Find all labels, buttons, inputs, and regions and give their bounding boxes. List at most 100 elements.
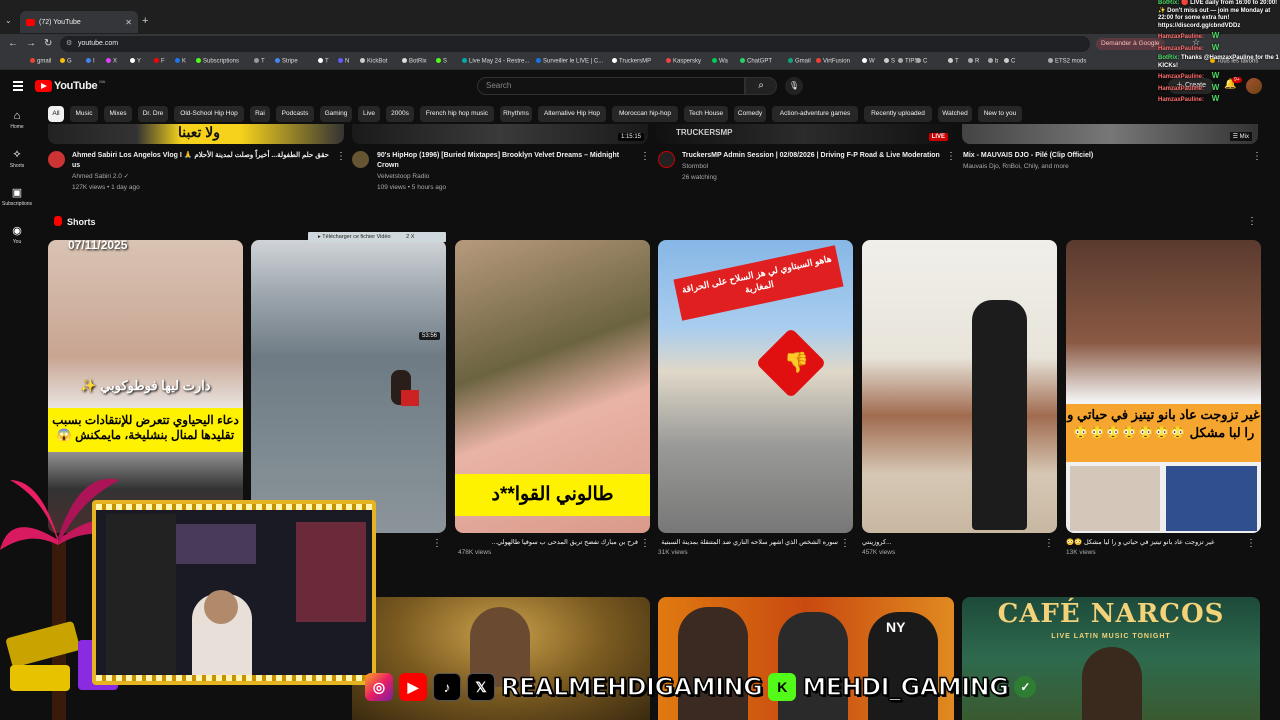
channel-avatar[interactable] bbox=[48, 151, 65, 168]
back-icon[interactable]: ← bbox=[8, 38, 18, 49]
chip-mixes[interactable]: Mixes bbox=[104, 106, 132, 122]
chip-dr-dre[interactable]: Dr. Dre bbox=[138, 106, 168, 122]
tab-list-icon[interactable]: ⌄ bbox=[5, 16, 12, 25]
more-options-icon[interactable]: ⋮ bbox=[640, 538, 650, 549]
chip-all[interactable]: All bbox=[48, 106, 64, 122]
sidebar-item-subscriptions[interactable]: ▣ Subscriptions bbox=[0, 186, 34, 207]
video-thumbnail[interactable]: TRUCKERSMP LIVE bbox=[656, 124, 952, 144]
sidebar-item-shorts[interactable]: ⟡ Shorts bbox=[0, 148, 34, 169]
bookmark-item[interactable]: TruckersMP bbox=[612, 58, 651, 65]
download-video-button[interactable]: ▸ Télécharger ce fichier Vidéo 2 X bbox=[308, 232, 446, 242]
video-title[interactable]: Mix - MAUVAIS DJO - Pilé (Clip Officiel) bbox=[963, 151, 1243, 161]
menu-icon[interactable] bbox=[13, 81, 23, 93]
bookmark-item[interactable]: ETS2 mods bbox=[1048, 58, 1086, 65]
more-options-icon[interactable]: ⋮ bbox=[946, 151, 956, 162]
address-bar[interactable]: ⚙ youtube.com bbox=[60, 36, 1090, 52]
chip-watched[interactable]: Watched bbox=[938, 106, 972, 122]
bookmark-item[interactable]: ChatGPT bbox=[740, 58, 772, 65]
bookmark-item[interactable]: T bbox=[254, 58, 265, 65]
chip-2000s[interactable]: 2000s bbox=[386, 106, 414, 122]
bookmark-item[interactable]: T bbox=[948, 58, 959, 65]
more-options-icon[interactable]: ⋮ bbox=[840, 538, 850, 549]
bookmark-item[interactable]: VirtFusion bbox=[816, 58, 850, 65]
bookmark-item[interactable]: I bbox=[86, 58, 95, 65]
bookmark-item[interactable]: T bbox=[318, 58, 329, 65]
more-options-icon[interactable]: ⋮ bbox=[1044, 538, 1054, 549]
bookmark-item[interactable]: Subscriptions bbox=[196, 58, 239, 65]
bookmark-item[interactable]: C bbox=[916, 58, 927, 65]
channel-avatar[interactable] bbox=[352, 151, 369, 168]
channel-name[interactable]: Stormbol bbox=[682, 161, 940, 172]
bookmark-item[interactable]: N bbox=[338, 58, 349, 65]
bookmark-item[interactable]: Stripe bbox=[275, 58, 298, 65]
youtube-logo[interactable]: YouTube MA bbox=[35, 79, 105, 92]
chip-music[interactable]: Music bbox=[70, 106, 98, 122]
forward-icon[interactable]: → bbox=[26, 38, 36, 49]
bookmark-item[interactable]: Gmail bbox=[788, 58, 811, 65]
chip-french-hip-hop-music[interactable]: French hip hop music bbox=[420, 106, 494, 122]
bookmark-item[interactable]: K bbox=[175, 58, 186, 65]
tab-youtube[interactable]: (72) YouTube ✕ bbox=[20, 11, 138, 33]
bookmark-item[interactable]: S bbox=[884, 58, 895, 65]
more-options-icon[interactable]: ⋮ bbox=[336, 151, 346, 162]
bookmark-item[interactable]: Kaspersky bbox=[666, 58, 701, 65]
bookmark-item[interactable]: KickBot bbox=[360, 58, 387, 65]
bookmark-item[interactable]: gmail bbox=[30, 58, 51, 65]
chip-gaming[interactable]: Gaming bbox=[320, 106, 352, 122]
reload-icon[interactable]: ↻ bbox=[44, 38, 52, 49]
bookmark-item[interactable]: R bbox=[968, 58, 979, 65]
bookmark-item[interactable]: F bbox=[154, 58, 165, 65]
chip-new-to-you[interactable]: New to you bbox=[978, 106, 1022, 122]
ask-google-button[interactable]: Demander à Google bbox=[1096, 38, 1165, 50]
channel-name[interactable]: Ahmed Sabiri 2.0 ✓ bbox=[72, 171, 332, 182]
bookmark-item[interactable]: Y bbox=[130, 58, 141, 65]
close-tab-icon[interactable]: ✕ bbox=[125, 18, 132, 27]
video-title[interactable]: TruckersMP Admin Session | 02/08/2026 | … bbox=[682, 151, 940, 161]
short-thumbnail[interactable]: طالوني القوا**د bbox=[455, 240, 650, 533]
bookmark-item[interactable]: Wa bbox=[712, 58, 728, 65]
chip-rai[interactable]: Rai bbox=[250, 106, 270, 122]
search-button[interactable]: ⌕ bbox=[745, 77, 777, 95]
channel-name[interactable]: Mauvais Djo, RnBoi, Chily, and more bbox=[963, 161, 1243, 172]
short-thumbnail[interactable]: هاهو السبتاوي لي هز السلاح على الحراقة ا… bbox=[658, 240, 853, 533]
bookmark-item[interactable]: b bbox=[988, 58, 998, 65]
short-title[interactable]: سوره الشخص الذي اشهر سلاحه الناري ضد الم… bbox=[658, 538, 838, 548]
sidebar-item-you[interactable]: ◉ You bbox=[0, 224, 34, 245]
bookmark-item[interactable]: W bbox=[862, 58, 875, 65]
bookmark-item[interactable]: Surveiller le LIVE | C... bbox=[536, 58, 603, 65]
chip-live[interactable]: Live bbox=[358, 106, 380, 122]
short-thumbnail[interactable]: غير تزوجت عاد بانو تيتيز في حياتي و را ل… bbox=[1066, 240, 1261, 533]
video-title[interactable]: Ahmed Sabiri Los Angelos Vlog I 🙏 حقق حل… bbox=[72, 151, 332, 171]
bookmark-item[interactable]: X bbox=[106, 58, 117, 65]
search-input[interactable]: Search bbox=[477, 77, 745, 95]
video-thumbnail[interactable]: 1:15:15 bbox=[352, 124, 648, 144]
channel-avatar-live[interactable] bbox=[658, 151, 675, 168]
bookmark-item[interactable]: C bbox=[1004, 58, 1015, 65]
short-thumbnail[interactable] bbox=[862, 240, 1057, 533]
chip-alternative-hip-hop[interactable]: Alternative Hip Hop bbox=[538, 106, 606, 122]
short-title[interactable]: غير تزوجت عاد بانو تيتيز في حياتي و را ل… bbox=[1066, 538, 1241, 548]
chip-moroccan-hip-hop[interactable]: Moroccan hip-hop bbox=[612, 106, 678, 122]
more-options-icon[interactable]: ⋮ bbox=[1246, 538, 1256, 549]
chip-comedy[interactable]: Comedy bbox=[734, 106, 766, 122]
voice-search-button[interactable]: 🎙 bbox=[785, 77, 803, 95]
chip-recently-uploaded[interactable]: Recently uploaded bbox=[864, 106, 932, 122]
short-title[interactable]: فرح بن مبارك تفضح تريق المدحى ب سوفيا طا… bbox=[458, 538, 638, 548]
bookmark-item[interactable]: S bbox=[436, 58, 447, 65]
short-title[interactable]: ...كروزينتي bbox=[862, 538, 1032, 548]
chip-action-adventure-games[interactable]: Action-adventure games bbox=[772, 106, 858, 122]
channel-name[interactable]: Velvetstoop Radio bbox=[377, 171, 633, 182]
chip-old-school-hip-hop[interactable]: Old-School Hip Hop bbox=[174, 106, 244, 122]
video-title[interactable]: 90's HipHop (1996) [Buried Mixtapes] Bro… bbox=[377, 151, 633, 171]
video-thumbnail[interactable]: ☰ Mix bbox=[962, 124, 1258, 144]
bookmark-item[interactable]: Live May 24 - Restre... bbox=[462, 58, 529, 65]
more-options-icon[interactable]: ⋮ bbox=[1252, 151, 1262, 162]
video-thumbnail[interactable]: ولا تعبنا bbox=[48, 124, 344, 144]
new-tab-icon[interactable]: + bbox=[142, 15, 148, 27]
chip-tech-house[interactable]: Tech House bbox=[684, 106, 728, 122]
bookmark-item[interactable]: G bbox=[60, 58, 72, 65]
chip-podcasts[interactable]: Podcasts bbox=[276, 106, 314, 122]
sidebar-item-home[interactable]: ⌂ Home bbox=[0, 110, 34, 130]
shorts-more-options-icon[interactable]: ⋮ bbox=[1247, 216, 1257, 227]
chip-rhythms[interactable]: Rhythms bbox=[500, 106, 532, 122]
